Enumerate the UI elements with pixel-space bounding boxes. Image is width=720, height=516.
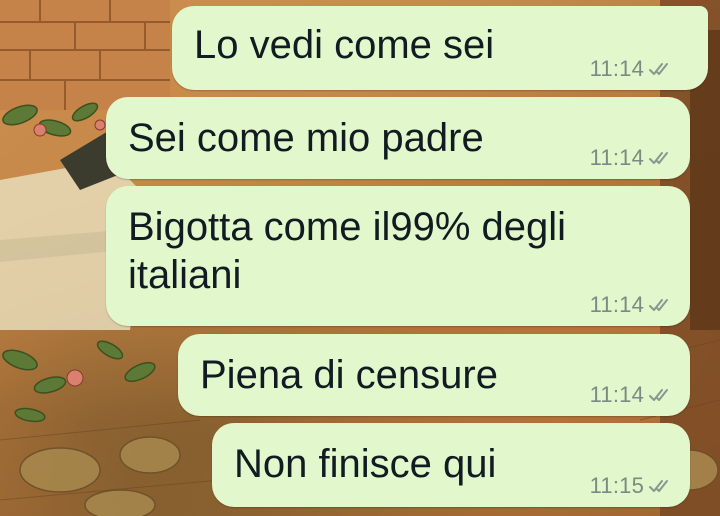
- message-text: Non finisce qui: [234, 442, 497, 486]
- message-bubble[interactable]: Piena di censure 11:14: [178, 334, 690, 416]
- message-bubble[interactable]: Non finisce qui 11:15: [212, 423, 690, 507]
- message-time: 11:15: [589, 473, 644, 498]
- message-time: 11:14: [589, 145, 644, 170]
- message-time: 11:14: [589, 292, 644, 317]
- message-bubble[interactable]: Sei come mio padre 11:14: [106, 97, 690, 179]
- double-check-icon: [648, 150, 674, 166]
- message-meta: 11:14: [590, 382, 674, 408]
- double-check-icon: [648, 478, 674, 494]
- message-bubble[interactable]: Lo vedi come sei 11:14: [172, 6, 708, 90]
- double-check-icon: [648, 387, 674, 403]
- message-text: Piena di censure: [200, 353, 498, 397]
- message-text: Lo vedi come sei: [194, 23, 495, 67]
- double-check-icon: [648, 61, 674, 77]
- double-check-icon: [648, 297, 674, 313]
- message-meta: 11:15: [590, 473, 674, 499]
- message-time: 11:14: [589, 382, 644, 407]
- message-meta: 11:14: [590, 56, 674, 82]
- message-text-line-2: italiani: [128, 253, 242, 297]
- message-time: 11:14: [589, 56, 644, 81]
- message-meta: 11:14: [590, 292, 674, 318]
- message-text: Sei come mio padre: [128, 116, 484, 160]
- message-text-line-1: Bigotta come il99% degli: [128, 205, 567, 249]
- message-meta: 11:14: [590, 145, 674, 171]
- message-bubble[interactable]: Bigotta come il99% degli italiani 11:14: [106, 186, 690, 326]
